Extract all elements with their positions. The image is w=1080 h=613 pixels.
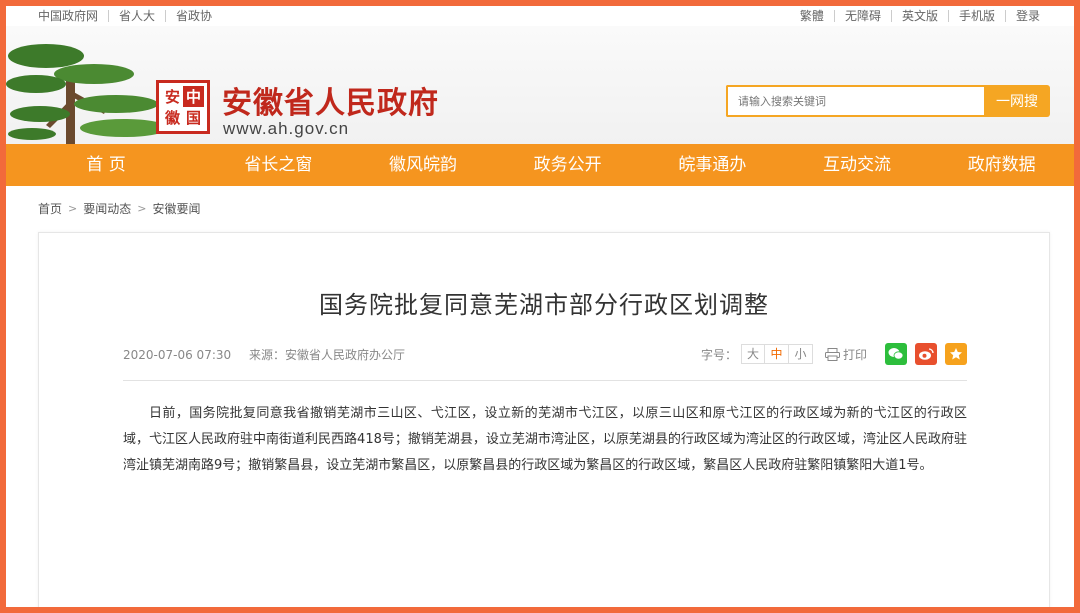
provincial-seal-logo: 安 中 徽 国: [156, 80, 210, 134]
favorite-button[interactable]: [945, 343, 967, 365]
printer-icon: [824, 347, 840, 361]
font-size-large-button[interactable]: 大: [740, 344, 765, 364]
seal-char: 安: [164, 88, 180, 106]
article-title: 国务院批复同意芜湖市部分行政区划调整: [319, 291, 769, 319]
link-login[interactable]: 登录: [1004, 10, 1050, 22]
seal-char: 中: [183, 86, 204, 107]
link-gov-cn[interactable]: 中国政府网: [38, 10, 108, 22]
search-box: 一网搜: [726, 85, 1050, 117]
article-datetime: 2020-07-06 07:30: [123, 347, 232, 362]
print-button[interactable]: 打印: [824, 346, 867, 363]
main-nav: 首 页 省长之窗 徽风皖韵 政务公开 皖事通办 互动交流 政府数据: [6, 144, 1074, 186]
link-cppcc[interactable]: 省政协: [165, 10, 222, 22]
font-size-medium-button[interactable]: 中: [764, 344, 789, 364]
pine-tree-logo-image: [6, 44, 168, 144]
article-meta: 2020-07-06 07:30 来源：安徽省人民政府办公厅 字号： 大 中 小: [123, 343, 967, 381]
breadcrumb-item[interactable]: 首页: [38, 200, 62, 217]
nav-item-interaction[interactable]: 互动交流: [785, 144, 930, 186]
breadcrumb-separator: >: [68, 201, 78, 215]
breadcrumb-separator: >: [137, 201, 147, 215]
nav-item-anhui-culture[interactable]: 徽风皖韵: [351, 144, 496, 186]
link-accessibility[interactable]: 无障碍: [833, 10, 891, 22]
link-provincial-congress[interactable]: 省人大: [108, 10, 165, 22]
link-english[interactable]: 英文版: [890, 10, 948, 22]
article-container: 国务院批复同意芜湖市部分行政区划调整 2020-07-06 07:30 来源：安…: [38, 232, 1050, 607]
meta-right: 字号： 大 中 小 打印: [701, 343, 967, 365]
nav-item-governor[interactable]: 省长之窗: [206, 144, 351, 186]
article-body: 日前，国务院批复同意我省撤销芜湖市三山区、弋江区，设立新的芜湖市弋江区，以原三山…: [123, 406, 967, 473]
star-icon: [950, 348, 962, 360]
search-button[interactable]: 一网搜: [984, 85, 1050, 117]
page: 中国政府网 省人大 省政协 繁體 无障碍 英文版 手机版 登录 安 中 徽 国 …: [6, 6, 1074, 607]
article-source: 来源：安徽省人民政府办公厅: [248, 347, 405, 362]
meta-left: 2020-07-06 07:30 来源：安徽省人民政府办公厅: [123, 346, 419, 363]
print-label: 打印: [842, 347, 867, 362]
top-links-right: 繁體 无障碍 英文版 手机版 登录: [790, 10, 1050, 22]
share-weibo-button[interactable]: [915, 343, 937, 365]
share-wechat-button[interactable]: [885, 343, 907, 365]
wechat-icon: [888, 348, 904, 360]
site-title[interactable]: 安徽省人民政府: [222, 78, 439, 122]
top-links-left: 中国政府网 省人大 省政协: [38, 10, 222, 22]
font-size-selector: 字号： 大 中 小: [701, 344, 813, 364]
nav-item-gov-affairs[interactable]: 政务公开: [495, 144, 640, 186]
seal-char: 徽: [164, 109, 180, 127]
link-mobile[interactable]: 手机版: [947, 10, 1005, 22]
breadcrumb-item[interactable]: 要闻动态: [83, 200, 131, 217]
nav-item-home[interactable]: 首 页: [6, 144, 206, 186]
nav-item-gov-data[interactable]: 政府数据: [929, 144, 1074, 186]
top-bar: 中国政府网 省人大 省政协 繁體 无障碍 英文版 手机版 登录: [6, 6, 1074, 26]
breadcrumb: 首页 > 要闻动态 > 安徽要闻: [6, 186, 1074, 230]
font-size-label: 字号：: [700, 347, 737, 362]
link-traditional-chinese[interactable]: 繁體: [790, 10, 834, 22]
seal-char: 国: [185, 109, 201, 127]
nav-item-services[interactable]: 皖事通办: [640, 144, 785, 186]
font-size-small-button[interactable]: 小: [788, 344, 813, 364]
search-input[interactable]: [726, 85, 984, 117]
breadcrumb-item[interactable]: 安徽要闻: [152, 200, 200, 217]
site-header: 安 中 徽 国 安徽省人民政府 www.ah.gov.cn 一网搜: [6, 26, 1074, 144]
weibo-icon: [919, 348, 934, 360]
site-domain: www.ah.gov.cn: [223, 119, 350, 138]
